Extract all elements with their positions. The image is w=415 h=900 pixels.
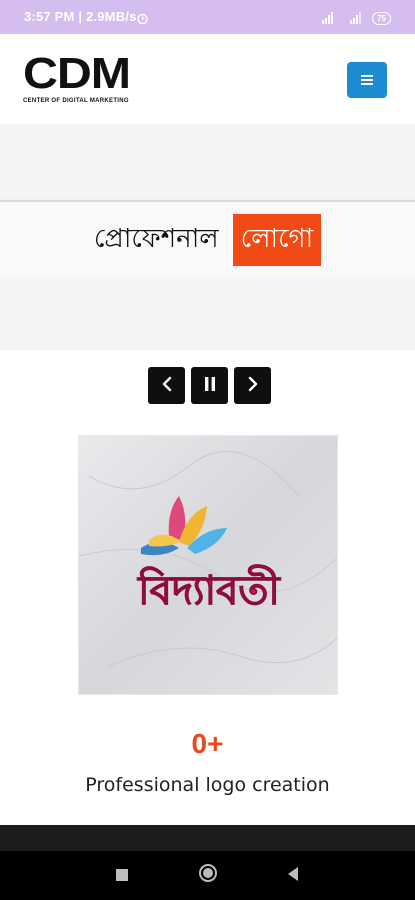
pause-button[interactable] (191, 367, 228, 404)
counter-value: 0+ (191, 728, 224, 759)
chevron-right-icon (247, 376, 259, 396)
battery-level: 75 (377, 14, 386, 23)
hero-highlight: লোগো (232, 213, 322, 266)
logo-text: CDM (23, 49, 131, 98)
hero-banner: প্রোফেশনাল লোগো (0, 200, 415, 279)
hamburger-icon (361, 73, 373, 88)
circle-icon (198, 863, 218, 887)
back-button[interactable] (281, 863, 305, 887)
home-button[interactable] (196, 863, 220, 887)
slide-artwork: বিদ্যাবতী (79, 436, 337, 694)
signal-icon (322, 9, 344, 28)
recents-button[interactable] (110, 863, 134, 887)
cdm-logo[interactable]: CDM CENTER OF DIGITAL MARKETING (23, 52, 141, 110)
next-button[interactable] (234, 367, 271, 404)
square-icon (116, 866, 128, 885)
hero-bg-top (0, 124, 415, 200)
status-bar: 3:57 PM | 2.9MB/s 75 (0, 0, 415, 34)
counter-label: Professional logo creation (85, 774, 330, 796)
triangle-back-icon (287, 866, 299, 885)
android-nav-bar (0, 851, 415, 900)
alarm-icon (136, 10, 149, 29)
prev-button[interactable] (148, 367, 185, 404)
hero-text: প্রোফেশনাল (93, 223, 219, 254)
signal-icon-2 (350, 9, 366, 28)
slide-image: বিদ্যাবতী (78, 435, 338, 695)
status-time: 3:57 PM | 2.9MB/s (24, 9, 137, 24)
chevron-left-icon (161, 376, 173, 396)
slider-controls (148, 367, 271, 404)
footer-strip (0, 825, 415, 851)
logo-tagline: CENTER OF DIGITAL MARKETING (23, 98, 129, 104)
battery-icon: 75 (372, 12, 391, 25)
menu-button[interactable] (347, 62, 387, 98)
pause-icon (204, 376, 216, 396)
hero-bg-bottom (0, 277, 415, 350)
slide-logo-text: বিদ্যাবতী (136, 564, 281, 614)
